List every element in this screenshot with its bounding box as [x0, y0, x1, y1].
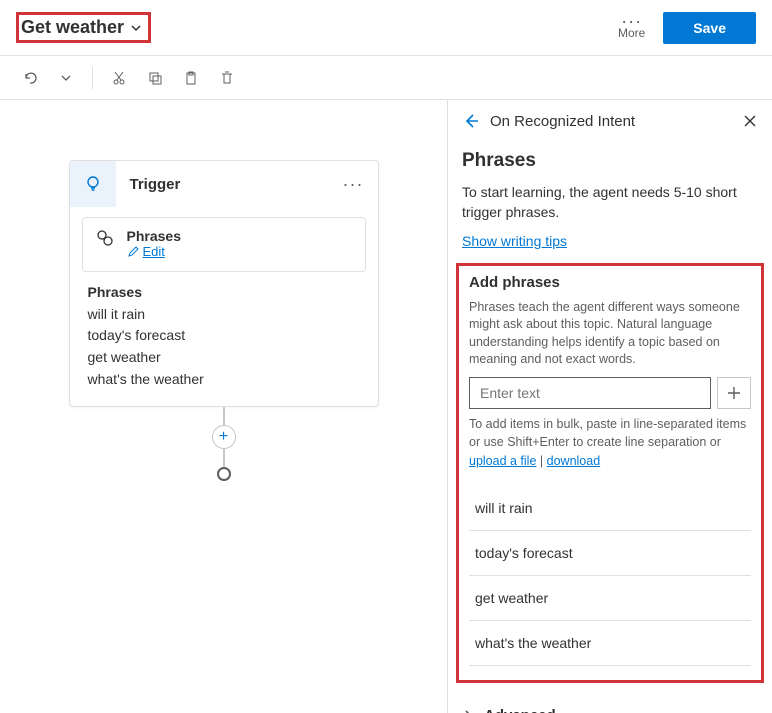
- close-icon: [742, 113, 758, 129]
- chevron-right-icon: [462, 709, 474, 713]
- edit-label: Edit: [143, 244, 165, 259]
- phrase-preview: get weather: [88, 347, 360, 369]
- separator: [92, 67, 93, 89]
- edit-phrases-link[interactable]: Edit: [127, 244, 165, 259]
- writing-tips-link[interactable]: Show writing tips: [448, 233, 581, 249]
- undo-button[interactable]: [16, 64, 44, 92]
- ellipsis-icon: ···: [621, 16, 642, 26]
- advanced-label: Advanced: [484, 707, 556, 713]
- undo-icon: [22, 70, 38, 86]
- advanced-toggle[interactable]: Advanced: [448, 693, 772, 713]
- end-node: [217, 467, 231, 481]
- phrase-preview-list: Phrases will it rain today's forecast ge…: [70, 284, 378, 407]
- cut-icon: [111, 70, 127, 86]
- phrase-entries-list: will it rain today's forecast get weathe…: [469, 485, 751, 666]
- more-label: More: [618, 26, 645, 40]
- toolbar: [0, 56, 772, 100]
- chat-people-icon: [95, 228, 115, 248]
- bulb-icon: [84, 175, 102, 193]
- topic-title: Get weather: [21, 17, 124, 38]
- panel-section-title: Phrases: [448, 140, 772, 178]
- paste-icon: [183, 70, 199, 86]
- panel-intro: To start learning, the agent needs 5-10 …: [448, 178, 772, 233]
- delete-button[interactable]: [213, 64, 241, 92]
- phrase-preview: today's forecast: [88, 325, 360, 347]
- copy-button[interactable]: [141, 64, 169, 92]
- phrases-card-icon: [95, 228, 115, 248]
- canvas[interactable]: Trigger ··· Phrases Edit Phrases will it…: [0, 100, 448, 713]
- trigger-node[interactable]: Trigger ··· Phrases Edit Phrases will it…: [69, 160, 379, 407]
- add-node-button[interactable]: +: [212, 425, 236, 449]
- phrase-entry[interactable]: what's the weather: [469, 621, 751, 666]
- chevron-down-icon: [130, 22, 142, 34]
- phrase-list-title: Phrases: [88, 284, 360, 300]
- copy-icon: [147, 70, 163, 86]
- pencil-icon: [127, 246, 139, 258]
- trigger-title: Trigger: [116, 176, 329, 193]
- panel-breadcrumb: On Recognized Intent: [490, 113, 732, 130]
- phrase-input[interactable]: [469, 377, 711, 409]
- add-phrase-button[interactable]: [717, 377, 751, 409]
- phrases-card-title: Phrases: [127, 228, 181, 244]
- plus-icon: [727, 386, 741, 400]
- back-button[interactable]: [462, 112, 480, 130]
- topic-title-dropdown[interactable]: Get weather: [16, 12, 151, 43]
- cut-button[interactable]: [105, 64, 133, 92]
- trigger-node-menu[interactable]: ···: [329, 174, 378, 195]
- add-phrases-hint: Phrases teach the agent different ways s…: [469, 299, 751, 369]
- undo-dropdown[interactable]: [52, 64, 80, 92]
- chevron-down-icon: [61, 73, 71, 83]
- connector-line: [223, 449, 225, 467]
- phrase-entry[interactable]: will it rain: [469, 485, 751, 531]
- arrow-left-icon: [462, 112, 480, 130]
- phrase-preview: will it rain: [88, 304, 360, 326]
- save-button[interactable]: Save: [663, 12, 756, 44]
- phrase-preview: what's the weather: [88, 369, 360, 391]
- phrases-card[interactable]: Phrases Edit: [82, 217, 366, 272]
- bulk-prefix: To add items in bulk, paste in line-sepa…: [469, 417, 746, 450]
- phrase-entry[interactable]: get weather: [469, 576, 751, 621]
- connector-line: [223, 407, 225, 425]
- more-button[interactable]: ··· More: [618, 16, 645, 40]
- paste-button[interactable]: [177, 64, 205, 92]
- upload-file-link[interactable]: upload a file: [469, 454, 536, 468]
- add-phrases-section: Add phrases Phrases teach the agent diff…: [456, 263, 764, 683]
- phrase-entry[interactable]: today's forecast: [469, 531, 751, 576]
- bulk-hint: To add items in bulk, paste in line-sepa…: [469, 415, 751, 471]
- download-link[interactable]: download: [547, 454, 601, 468]
- trigger-icon: [70, 161, 116, 207]
- trash-icon: [219, 70, 235, 86]
- close-panel-button[interactable]: [742, 113, 758, 129]
- add-phrases-title: Add phrases: [469, 274, 751, 291]
- properties-panel: On Recognized Intent Phrases To start le…: [448, 100, 772, 713]
